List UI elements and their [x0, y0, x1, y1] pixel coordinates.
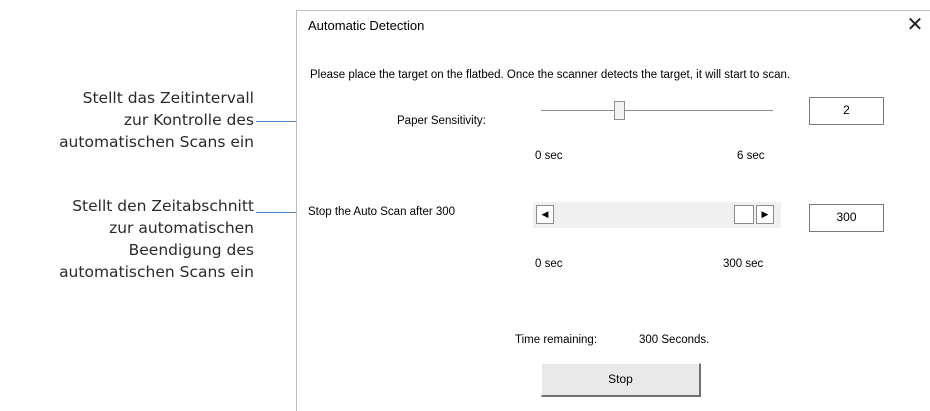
paper-sensitivity-label: Paper Sensitivity:: [397, 115, 486, 127]
sensitivity-max-label: 6 sec: [737, 150, 765, 162]
annotation-line: automatischen Scans ein: [59, 133, 254, 151]
time-remaining-value: 300 Seconds.: [639, 334, 710, 346]
dialog-title: Automatic Detection: [308, 18, 425, 33]
annotation-line: zur automatischen: [109, 219, 254, 237]
annotation-line: zur Kontrolle des: [123, 111, 254, 129]
auto-stop-scrollbar[interactable]: ◀ ▶: [533, 202, 781, 228]
annotation-line: automatischen Scans ein: [59, 263, 254, 281]
sensitivity-min-label: 0 sec: [535, 150, 563, 162]
auto-stop-max-label: 300 sec: [723, 258, 764, 270]
scroll-right-button[interactable]: ▶: [756, 205, 774, 224]
time-remaining-label: Time remaining:: [515, 334, 598, 346]
dialog-content: Please place the target on the flatbed. …: [297, 41, 930, 411]
slider-track: [541, 110, 773, 111]
stop-annotation: Stellt den Zeitabschnitt zur automatisch…: [59, 195, 254, 283]
close-button[interactable]: ✕: [903, 13, 927, 37]
arrow-right-icon: ▶: [761, 209, 769, 219]
close-icon: ✕: [906, 14, 924, 36]
auto-stop-label: Stop the Auto Scan after 300: [308, 206, 456, 218]
arrow-left-icon: ◀: [541, 209, 549, 219]
auto-stop-value[interactable]: 300: [809, 204, 884, 232]
paper-sensitivity-value[interactable]: 2: [809, 97, 884, 125]
slider-thumb[interactable]: [614, 101, 625, 120]
sensitivity-annotation: Stellt das Zeitintervall zur Kontrolle d…: [59, 87, 254, 153]
paper-sensitivity-slider[interactable]: [541, 99, 773, 127]
auto-stop-min-label: 0 sec: [535, 258, 563, 270]
stop-button[interactable]: Stop: [541, 363, 701, 397]
automatic-detection-dialog: Automatic Detection ✕ Please place the t…: [296, 10, 930, 411]
title-bar: Automatic Detection ✕: [297, 11, 930, 41]
annotation-line: Stellt das Zeitintervall: [82, 89, 254, 107]
annotation-line: Beendigung des: [128, 241, 254, 259]
annotation-line: Stellt den Zeitabschnitt: [72, 197, 254, 215]
instruction-text: Please place the target on the flatbed. …: [310, 69, 791, 81]
scroll-thumb[interactable]: [734, 205, 754, 224]
scroll-left-button[interactable]: ◀: [536, 205, 554, 224]
